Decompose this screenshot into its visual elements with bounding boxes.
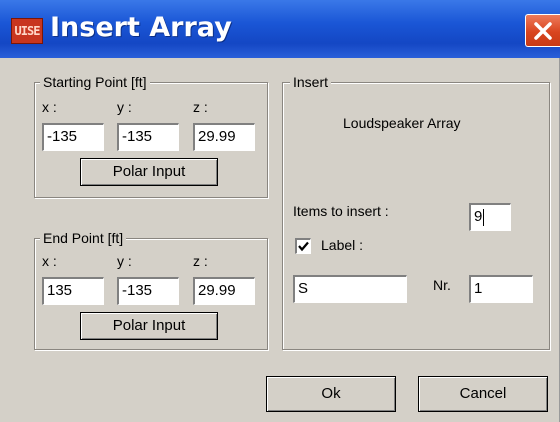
- title-bar[interactable]: UISE Insert Array: [0, 0, 560, 58]
- start-z-label: z :: [193, 99, 208, 115]
- end-y-input[interactable]: -135: [117, 277, 179, 305]
- items-to-insert-value: 9: [474, 208, 483, 225]
- end-x-input[interactable]: 135: [42, 277, 104, 305]
- start-x-label: x :: [42, 99, 57, 115]
- start-y-label: y :: [117, 99, 132, 115]
- nr-input[interactable]: 1: [469, 275, 533, 303]
- items-to-insert-input[interactable]: 9: [469, 203, 511, 231]
- ok-button[interactable]: Ok: [266, 376, 396, 412]
- end-polar-input-button[interactable]: Polar Input: [80, 312, 218, 340]
- starting-point-group: Starting Point [ft] x : y : z : -135 -13…: [34, 74, 268, 198]
- items-to-insert-label: Items to insert :: [293, 203, 389, 219]
- insert-legend: Insert: [290, 74, 332, 91]
- item-type-label: Loudspeaker Array: [343, 115, 461, 131]
- end-z-input[interactable]: 29.99: [193, 277, 255, 305]
- start-z-input[interactable]: 29.99: [193, 123, 255, 151]
- app-logo-icon: UISE: [11, 18, 43, 44]
- close-button[interactable]: [525, 14, 560, 47]
- start-x-input[interactable]: -135: [42, 123, 104, 151]
- label-input[interactable]: S: [293, 275, 407, 303]
- nr-label: Nr.: [433, 277, 451, 293]
- close-x-icon: [534, 22, 552, 40]
- end-y-label: y :: [117, 253, 132, 269]
- label-checkbox-label: Label :: [321, 237, 364, 253]
- window-title: Insert Array: [50, 12, 232, 43]
- end-z-label: z :: [193, 253, 208, 269]
- starting-point-legend: Starting Point [ft]: [40, 74, 150, 91]
- start-y-input[interactable]: -135: [117, 123, 179, 151]
- start-polar-input-button[interactable]: Polar Input: [80, 158, 218, 186]
- insert-group: Insert Loudspeaker Array Items to insert…: [282, 74, 550, 350]
- end-x-label: x :: [42, 253, 57, 269]
- text-cursor: [483, 208, 485, 226]
- insert-array-dialog: UISE Insert Array Starting Point [ft] x …: [0, 0, 560, 422]
- checkmark-icon: [298, 241, 309, 252]
- end-point-group: End Point [ft] x : y : z : 135 -135 29.9…: [34, 230, 268, 350]
- end-point-legend: End Point [ft]: [40, 230, 127, 247]
- label-checkbox[interactable]: [295, 238, 311, 254]
- cancel-button[interactable]: Cancel: [418, 376, 548, 412]
